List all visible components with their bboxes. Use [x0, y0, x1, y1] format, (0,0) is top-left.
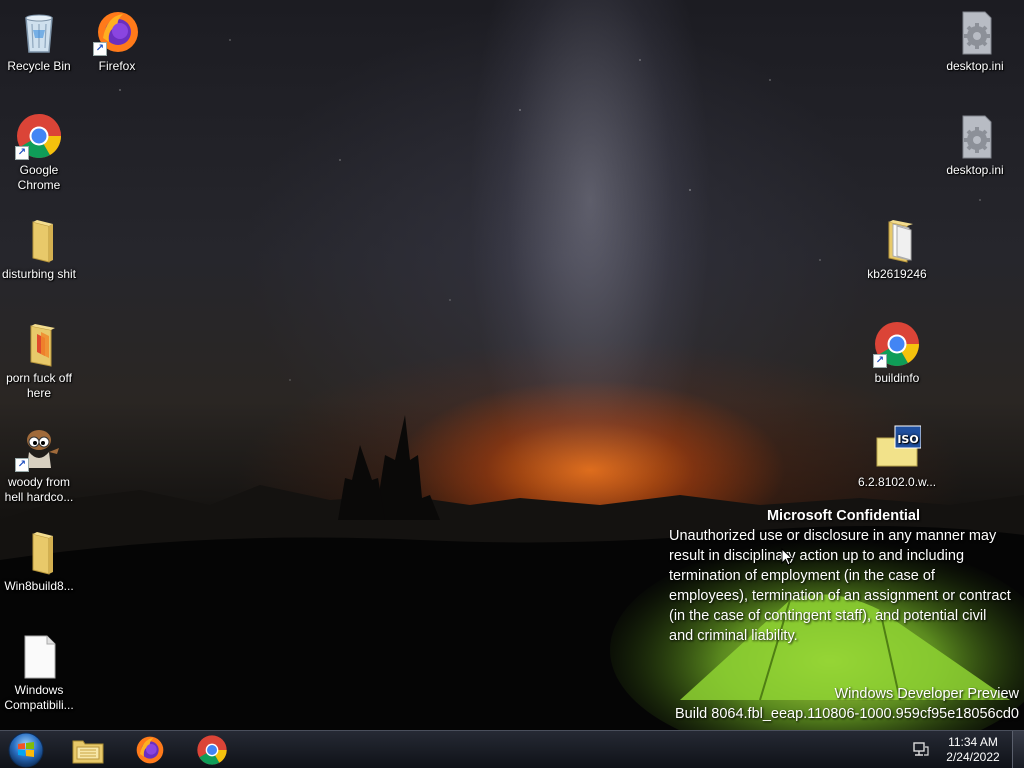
chrome-icon [197, 735, 227, 765]
taskbar: 11:34 AM 2/24/2022 [0, 730, 1024, 768]
taskbar-file-explorer-button[interactable] [60, 733, 116, 767]
network-icon[interactable] [912, 741, 930, 759]
shortcut-arrow-icon: ↗ [15, 146, 29, 160]
file-explorer-icon [72, 740, 104, 764]
porn-fuck-off-here-folder-icon[interactable]: porn fuck off here [0, 314, 78, 401]
chrome-icon: ↗ [873, 320, 921, 368]
clock[interactable]: 11:34 AM 2/24/2022 [940, 735, 1006, 765]
icon-label: Windows Compatibili... [4, 683, 74, 712]
icon-label: desktop.ini [946, 163, 1004, 177]
icon-label: Google Chrome [17, 163, 61, 192]
chrome-icon: ↗ [15, 112, 63, 160]
svg-text:ISO: ISO [897, 433, 918, 446]
icon-label: desktop.ini [946, 59, 1004, 73]
folder-with-documents-icon [873, 216, 921, 264]
buildinfo-desktop-icon[interactable]: ↗ buildinfo [858, 314, 936, 386]
win8build8-folder-icon[interactable]: Win8build8... [0, 522, 78, 594]
firefox-desktop-icon[interactable]: ↗ Firefox [78, 2, 156, 74]
clock-date: 2/24/2022 [946, 750, 1000, 764]
confidential-title: Microsoft Confidential [766, 508, 921, 524]
shortcut-arrow-icon: ↗ [873, 354, 887, 368]
icon-label: Win8build8... [4, 579, 74, 593]
confidential-notice: Microsoft Confidential Unauthorized use … [669, 506, 1014, 646]
settings-file-icon [951, 8, 999, 56]
google-chrome-desktop-icon[interactable]: ↗ Google Chrome [0, 106, 78, 193]
start-button[interactable] [6, 732, 48, 768]
icon-label: Recycle Bin [7, 59, 71, 73]
desktop-ini-file-icon-2[interactable]: desktop.ini [936, 106, 1014, 178]
character-icon: ↗ [15, 424, 63, 472]
icon-label: buildinfo [874, 371, 920, 385]
icon-label: 6.2.8102.0.w... [858, 475, 937, 489]
iso-file-icon: ISO [873, 424, 922, 472]
firefox-icon: ↗ [93, 8, 141, 56]
settings-file-icon [951, 112, 999, 160]
blank-document-icon [15, 632, 63, 680]
desktop-ini-file-icon-1[interactable]: desktop.ini [936, 2, 1014, 74]
shortcut-arrow-icon: ↗ [15, 458, 29, 472]
kb2619246-folder-icon[interactable]: kb2619246 [858, 210, 936, 282]
folder-icon [15, 528, 63, 576]
system-tray: 11:34 AM 2/24/2022 [912, 731, 1024, 768]
recycle-bin-icon [15, 8, 63, 56]
firefox-icon [136, 736, 164, 764]
iso-file-desktop-icon[interactable]: ISO 6.2.8102.0.w... [858, 418, 936, 490]
woody-from-hell-desktop-icon[interactable]: ↗ woody from hell hardco... [0, 418, 78, 505]
product-name: Windows Developer Preview [834, 686, 1019, 702]
show-desktop-button[interactable] [1012, 731, 1024, 768]
icon-label: kb2619246 [867, 267, 927, 281]
recycle-bin-desktop-icon[interactable]: Recycle Bin [0, 2, 78, 74]
taskbar-chrome-button[interactable] [184, 733, 240, 767]
icon-label: disturbing shit [1, 267, 77, 281]
shortcut-arrow-icon: ↗ [93, 42, 107, 56]
build-watermark: Windows Developer Preview Build 8064.fbl… [675, 684, 1019, 724]
icon-label: Firefox [98, 59, 136, 73]
music-folder-icon [15, 320, 63, 368]
clock-time: 11:34 AM [948, 735, 998, 749]
icon-label: woody from hell hardco... [4, 475, 74, 504]
disturbing-shit-folder-icon[interactable]: disturbing shit [0, 210, 78, 282]
folder-icon [15, 216, 63, 264]
mouse-cursor-icon [781, 548, 793, 566]
windows-orb-icon [8, 732, 44, 768]
windows-compatibility-file-icon[interactable]: Windows Compatibili... [0, 626, 78, 713]
confidential-body: Unauthorized use or disclosure in any ma… [669, 528, 1011, 644]
taskbar-firefox-button[interactable] [122, 733, 178, 767]
build-string: Build 8064.fbl_eeap.110806-1000.959cf95e… [674, 706, 1019, 722]
icon-label: porn fuck off here [6, 371, 72, 400]
